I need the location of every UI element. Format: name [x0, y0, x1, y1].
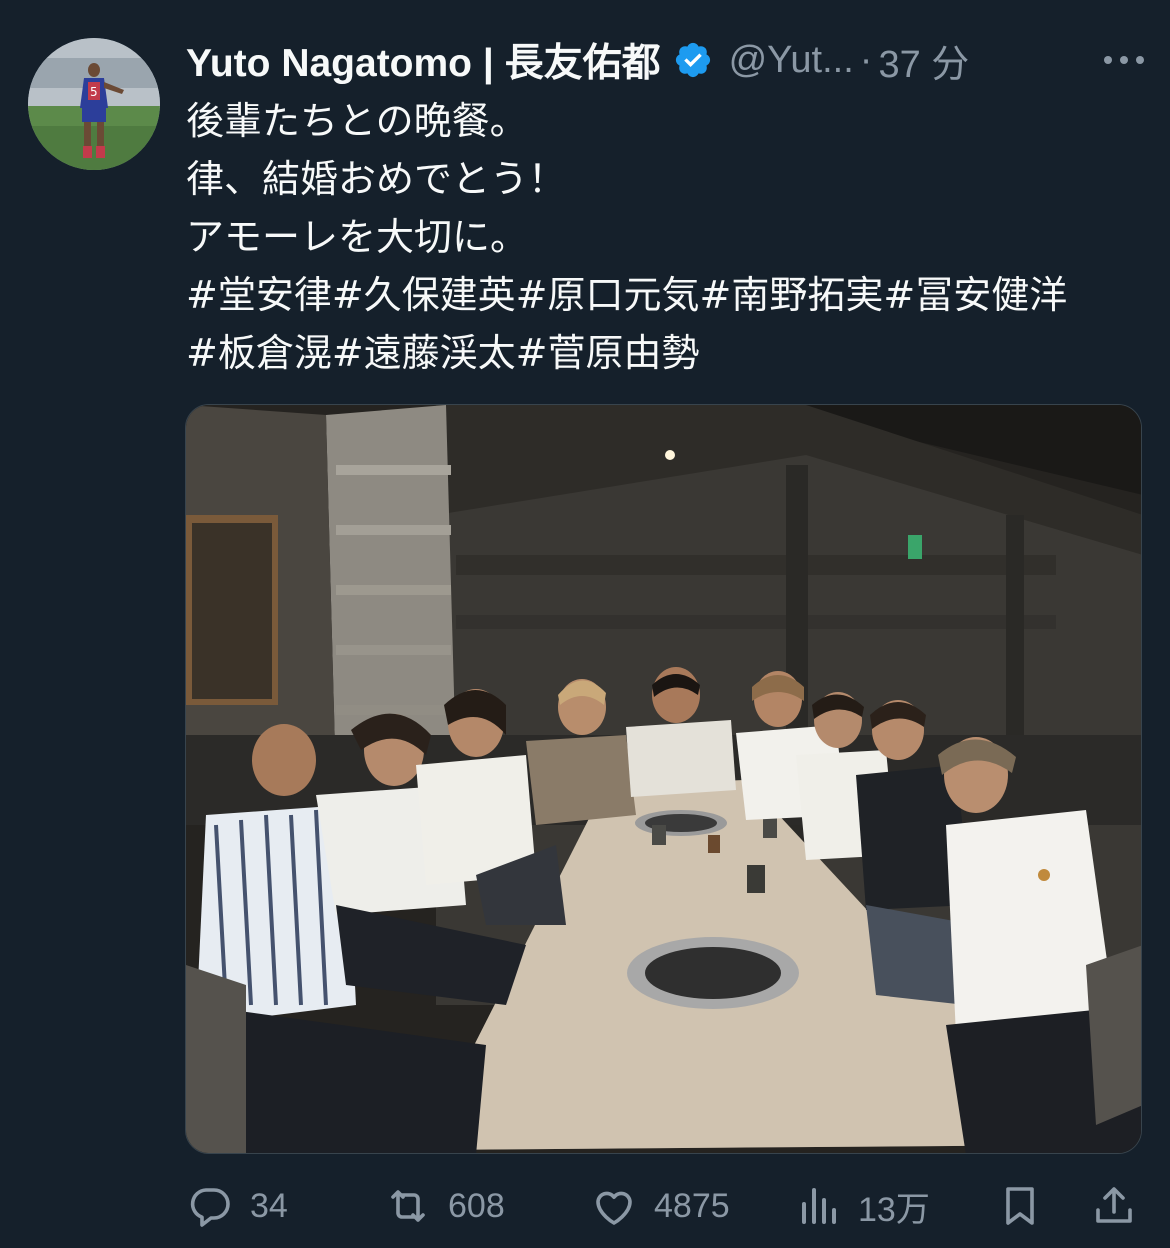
- repost-icon: [391, 1190, 425, 1222]
- tweet-line: 律、結婚おめでとう！: [186, 157, 567, 201]
- verified-badge-icon: [675, 42, 710, 78]
- hashtag-line[interactable]: #堂安律#久保建英#原口元気#南野拓実#冨安健洋: [186, 266, 1146, 324]
- dinner-photo: [186, 405, 1141, 1153]
- more-dot: [1136, 56, 1144, 64]
- display-name[interactable]: Yuto Nagatomo | 長友佑都: [186, 32, 661, 88]
- action-bar: 34 608 4875 13万: [186, 1178, 1146, 1234]
- more-dot: [1120, 56, 1128, 64]
- svg-text:5: 5: [90, 85, 98, 99]
- avatar-image: 5: [28, 38, 160, 170]
- share-button[interactable]: [1090, 1178, 1138, 1234]
- tweet-line: アモーレを大切に。: [186, 215, 529, 259]
- tweet-text: 後輩たちとの晩餐。 律、結婚おめでとう！ アモーレを大切に。 #堂安律#久保建英…: [186, 92, 1146, 382]
- tweet-photo[interactable]: [185, 404, 1142, 1154]
- more-icon[interactable]: [1100, 40, 1148, 80]
- tweet-line: 後輩たちとの晩餐。: [186, 99, 528, 143]
- separator: ·: [859, 38, 873, 81]
- avatar[interactable]: 5: [28, 38, 160, 170]
- repost-button[interactable]: 608: [384, 1178, 505, 1234]
- like-button[interactable]: 4875: [590, 1178, 730, 1234]
- repost-count: 608: [448, 1186, 505, 1225]
- views-count: 13万: [858, 1190, 930, 1229]
- hashtag-line[interactable]: #板倉滉#遠藤渓太#菅原由勢: [186, 324, 1146, 382]
- reply-count: 34: [250, 1186, 288, 1225]
- like-count: 4875: [654, 1186, 730, 1225]
- views-icon: [802, 1188, 836, 1224]
- share-icon: [1096, 1187, 1132, 1223]
- reply-button[interactable]: 34: [186, 1178, 288, 1234]
- views-button[interactable]: 13万: [794, 1178, 930, 1234]
- handle[interactable]: @Yut...: [729, 39, 854, 82]
- tweet-header: Yuto Nagatomo | 長友佑都 @Yut... · 37 分: [186, 30, 1148, 90]
- tweet[interactable]: 5 Yuto Nagatomo | 長友佑都 @Yut... · 37 分 後輩…: [0, 0, 1170, 1248]
- reply-icon: [190, 1188, 230, 1227]
- like-icon: [596, 1191, 632, 1225]
- bookmark-button[interactable]: [996, 1178, 1044, 1234]
- bookmark-icon: [1006, 1187, 1034, 1225]
- timestamp[interactable]: 37 分: [878, 33, 969, 88]
- more-dot: [1104, 56, 1112, 64]
